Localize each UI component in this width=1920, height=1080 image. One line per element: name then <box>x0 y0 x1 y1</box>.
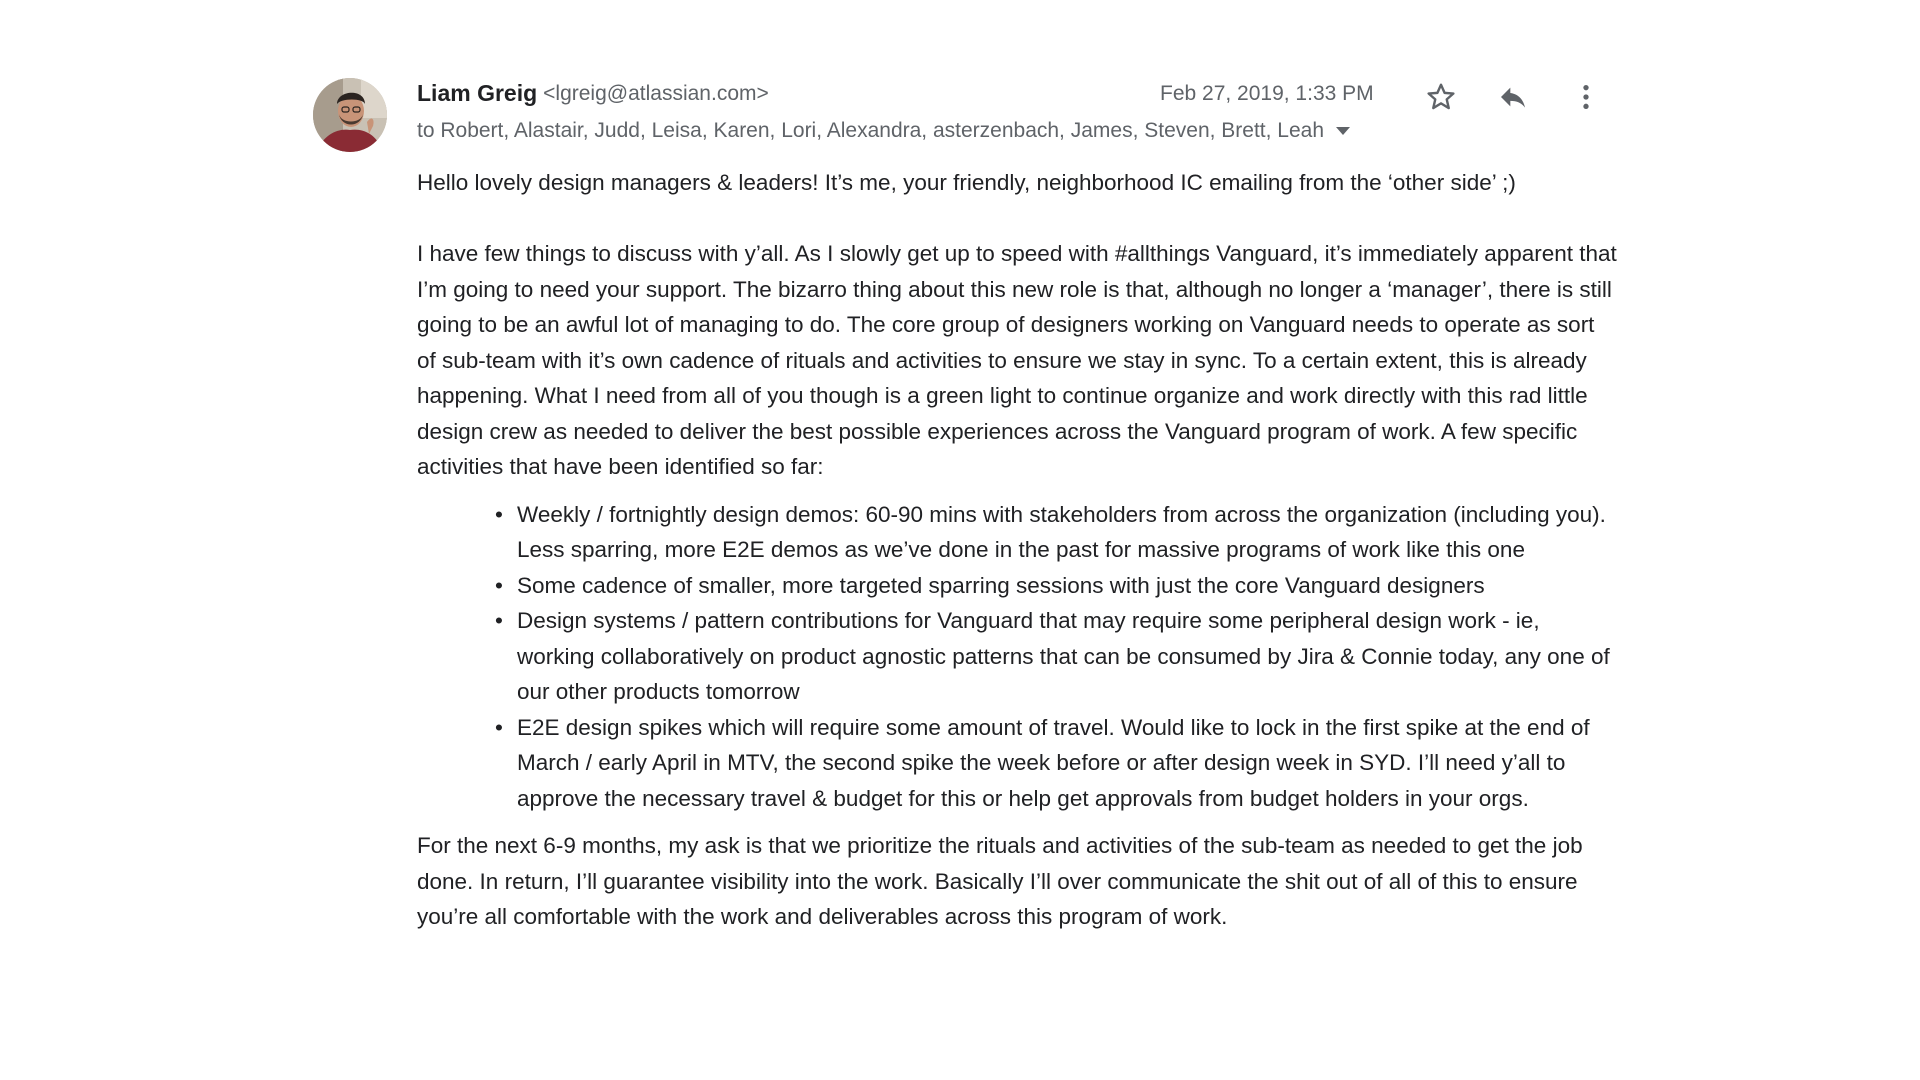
recipients-line: to Robert, Alastair, Judd, Leisa, Karen,… <box>417 119 1351 143</box>
intro-paragraph: I have few things to discuss with y’all.… <box>417 241 1617 479</box>
list-item-text: Weekly / fortnightly design demos: 60-90… <box>517 501 1606 563</box>
list-item: • Some cadence of smaller, more targeted … <box>495 568 1617 604</box>
reply-icon <box>1501 87 1525 108</box>
email-message: Liam Greig <lgreig@atlassian.com> Feb 27,… <box>0 0 1920 1080</box>
reply-button[interactable] <box>1493 77 1533 117</box>
recipients-text: to Robert, Alastair, Judd, Leisa, Karen,… <box>417 119 1325 142</box>
bullet-icon: • <box>495 572 503 598</box>
bullet-icon: • <box>495 714 503 740</box>
list-item-text: E2E design spikes which will require som… <box>517 714 1590 811</box>
bullet-icon: • <box>495 501 503 527</box>
list-item: • Design systems / pattern contributions … <box>495 603 1617 710</box>
star-icon <box>1427 83 1455 110</box>
more-options-button[interactable] <box>1566 77 1606 117</box>
more-vert-icon <box>1583 85 1589 109</box>
list-item: • Weekly / fortnightly design demos: 60-9… <box>495 497 1617 568</box>
closing-paragraph: For the next 6-9 months, my ask is that … <box>417 833 1583 929</box>
message-timestamp: Feb 27, 2019, 1:33 PM <box>1160 82 1374 105</box>
sender-name[interactable]: Liam Greig <box>417 80 537 106</box>
message-body: Hello lovely design managers & leaders! … <box>417 165 1617 935</box>
list-item: • E2E design spikes which will require so… <box>495 710 1617 817</box>
star-button[interactable] <box>1421 77 1461 117</box>
list-item-text: Some cadence of smaller, more targeted s… <box>517 572 1485 598</box>
sender-email[interactable]: <lgreig@atlassian.com> <box>543 82 769 105</box>
activities-list: • Weekly / fortnightly design demos: 60-9… <box>417 497 1617 817</box>
greeting-paragraph: Hello lovely design managers & leaders! … <box>417 170 1516 195</box>
caret-down-icon[interactable] <box>1336 127 1351 135</box>
bullet-icon: • <box>495 608 503 633</box>
sender-avatar[interactable] <box>313 78 387 152</box>
list-item-text: Design systems / pattern contributions f… <box>517 608 1610 704</box>
